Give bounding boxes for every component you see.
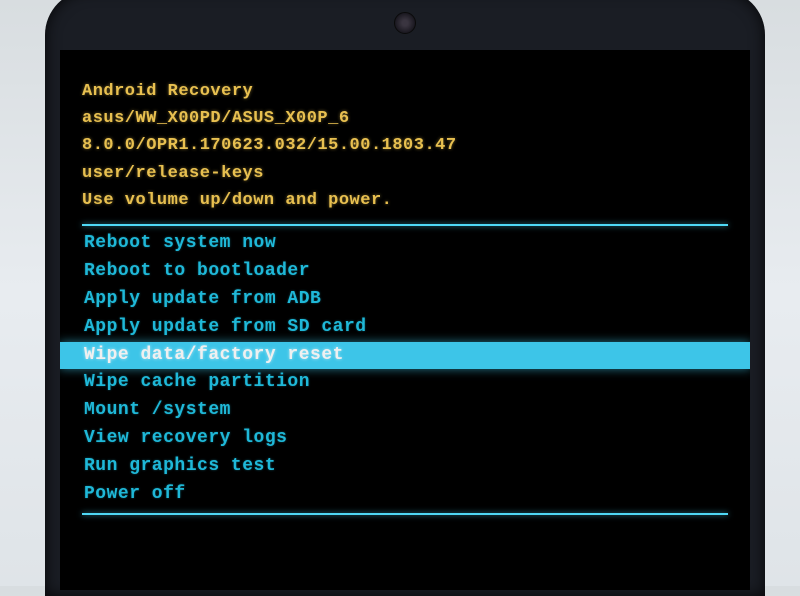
menu-wipe-cache[interactable]: Wipe cache partition [82,369,728,397]
menu-view-recovery-logs[interactable]: View recovery logs [82,425,728,453]
device-info: asus/WW_X00PD/ASUS_X00P_6 [82,105,728,132]
menu-apply-update-adb[interactable]: Apply update from ADB [82,286,728,314]
menu-divider-bottom [82,513,728,515]
build-info: 8.0.0/OPR1.170623.032/15.00.1803.47 [82,132,728,159]
menu-power-off[interactable]: Power off [82,481,728,509]
menu-apply-update-sd[interactable]: Apply update from SD card [82,314,728,342]
phone-shell: Android Recovery asus/WW_X00PD/ASUS_X00P… [45,0,765,596]
keys-info: user/release-keys [82,160,728,187]
instruction-text: Use volume up/down and power. [82,187,728,214]
front-camera [394,12,416,34]
recovery-title: Android Recovery [82,78,728,105]
menu-mount-system[interactable]: Mount /system [82,397,728,425]
menu-reboot-bootloader[interactable]: Reboot to bootloader [82,258,728,286]
menu-run-graphics-test[interactable]: Run graphics test [82,453,728,481]
menu-reboot-system[interactable]: Reboot system now [82,230,728,258]
menu-divider-top [82,224,728,226]
recovery-screen: Android Recovery asus/WW_X00PD/ASUS_X00P… [60,50,750,590]
menu-wipe-data-factory-reset[interactable]: Wipe data/factory reset [60,342,750,370]
